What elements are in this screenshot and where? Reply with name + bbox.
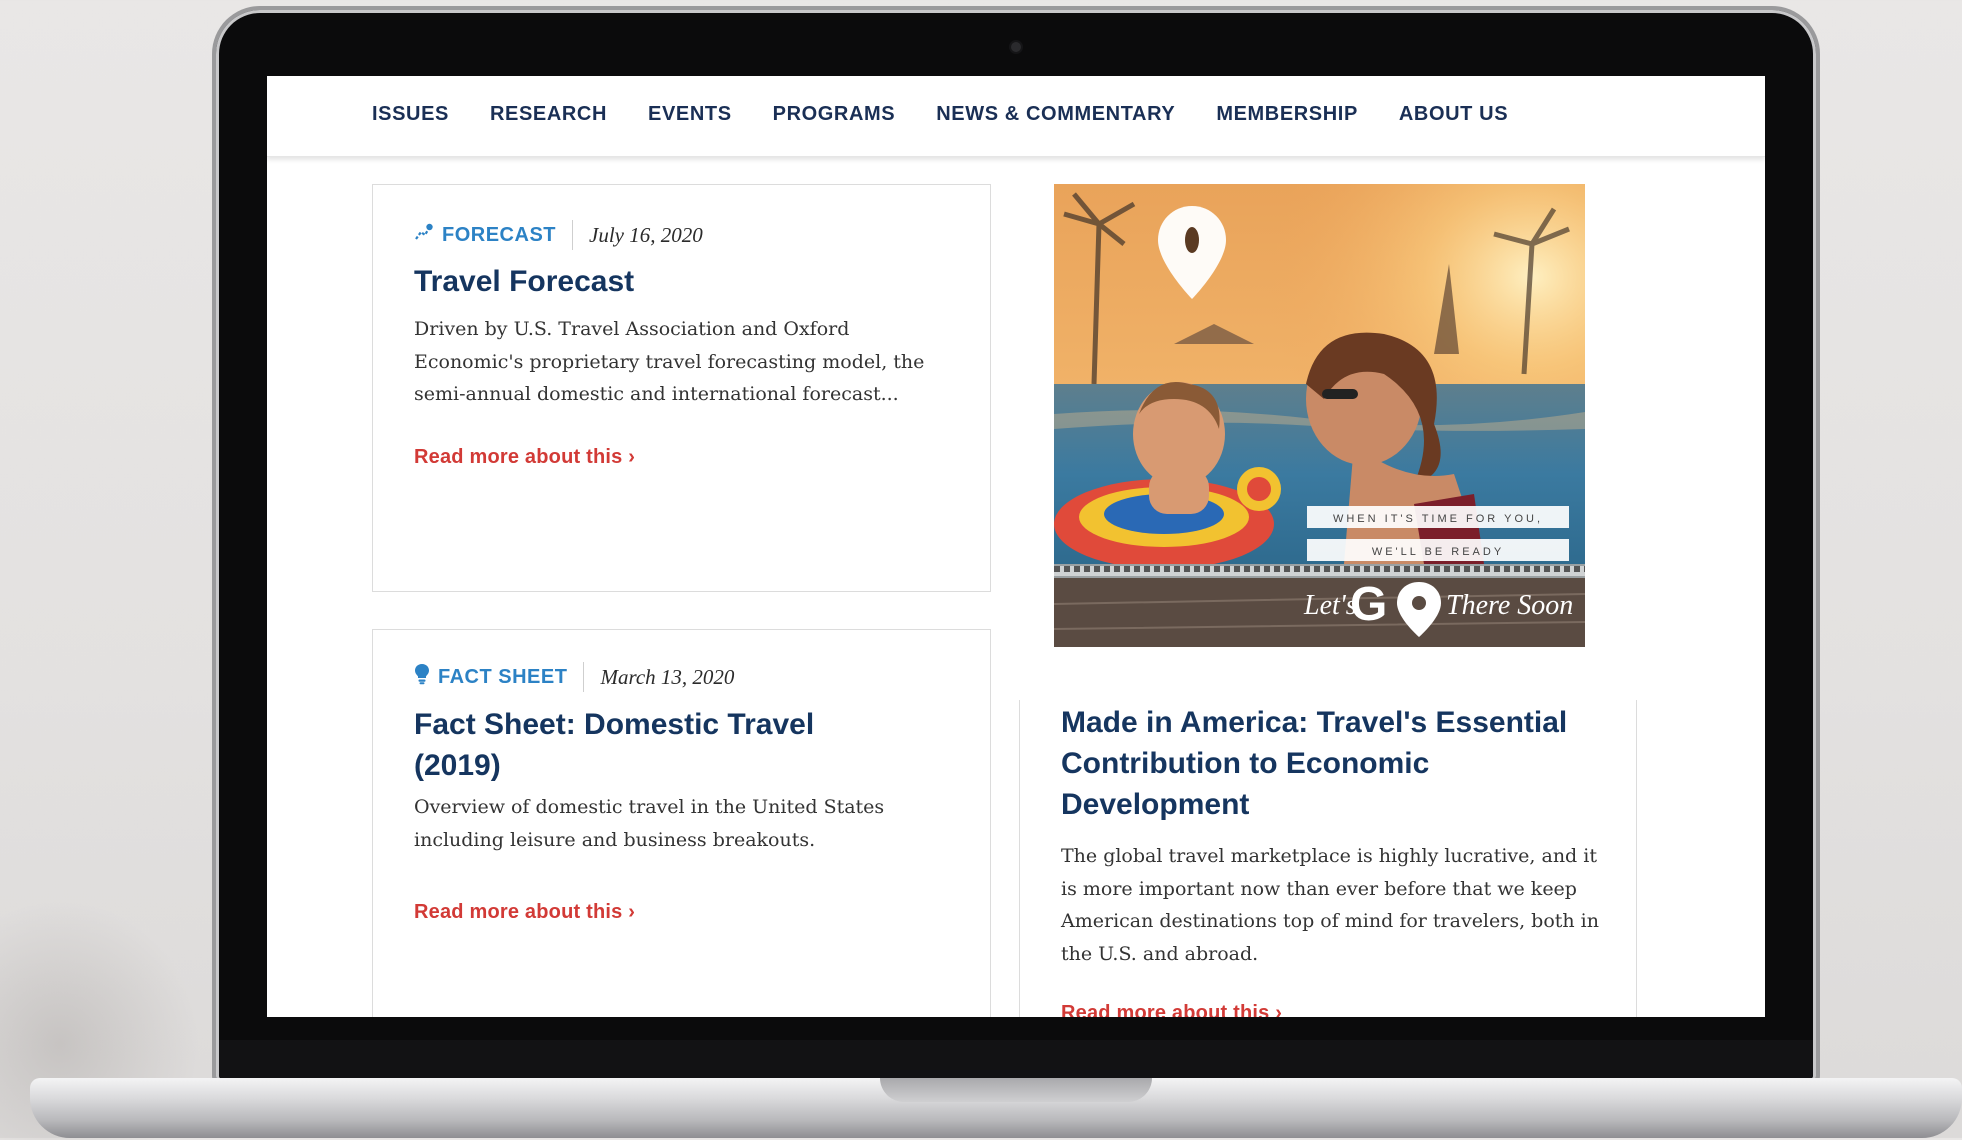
read-more-link[interactable]: Read more about this › xyxy=(414,901,635,924)
card-meta: FACT SHEET March 13, 2020 xyxy=(414,662,734,692)
nav-issues[interactable]: ISSUES xyxy=(372,103,449,126)
promo-line1: WHEN IT'S TIME FOR YOU, xyxy=(1333,513,1543,525)
laptop-notch xyxy=(880,1078,1152,1102)
card-date: March 13, 2020 xyxy=(600,664,735,689)
nav-research[interactable]: RESEARCH xyxy=(490,103,607,126)
webcam xyxy=(1011,42,1021,52)
card-title[interactable]: Fact Sheet: Domestic Travel (2019) xyxy=(414,704,884,786)
nav-news-commentary[interactable]: NEWS & COMMENTARY xyxy=(936,103,1175,126)
promo-line2: WE'LL BE READY xyxy=(1372,546,1504,558)
card-title[interactable]: Made in America: Travel's Essential Cont… xyxy=(1061,702,1621,825)
card-type: FORECAST xyxy=(414,222,556,248)
card-description: The global travel marketplace is highly … xyxy=(1061,845,1599,965)
promo-lets: Let's xyxy=(1303,590,1357,621)
main-nav: ISSUES RESEARCH EVENTS PROGRAMS NEWS & C… xyxy=(267,76,1765,157)
chart-trend-icon xyxy=(414,222,434,248)
nav-about-us[interactable]: ABOUT US xyxy=(1399,103,1508,126)
nav-membership[interactable]: MEMBERSHIP xyxy=(1216,103,1358,126)
laptop-chin xyxy=(219,1040,1813,1080)
nav-programs[interactable]: PROGRAMS xyxy=(773,103,896,126)
promo-there-soon: There Soon xyxy=(1446,590,1573,621)
promo-image[interactable]: WHEN IT'S TIME FOR YOU, WE'LL BE READY L… xyxy=(1054,184,1585,647)
card-type-label: FACT SHEET xyxy=(438,665,568,688)
card-type: FACT SHEET xyxy=(414,663,567,691)
lightbulb-icon xyxy=(414,663,430,691)
fact-sheet-card: FACT SHEET March 13, 2020 Fact Sheet: Do… xyxy=(372,629,991,1017)
meta-divider xyxy=(583,662,585,692)
read-more-link[interactable]: Read more about this › xyxy=(1061,1002,1282,1017)
forecast-card: FORECAST July 16, 2020 Travel Forecast D… xyxy=(372,184,991,592)
card-date: July 16, 2020 xyxy=(589,222,703,247)
card-description: Driven by U.S. Travel Association and Ox… xyxy=(414,318,925,405)
promo-go: G xyxy=(1350,578,1387,631)
browser-screen: ISSUES RESEARCH EVENTS PROGRAMS NEWS & C… xyxy=(267,76,1765,1017)
meta-divider xyxy=(572,220,573,250)
card-title[interactable]: Travel Forecast xyxy=(414,261,954,302)
made-in-america-card: Made in America: Travel's Essential Cont… xyxy=(1019,700,1637,1017)
read-more-link[interactable]: Read more about this › xyxy=(414,446,635,469)
card-type-label: FORECAST xyxy=(442,223,556,246)
nav-events[interactable]: EVENTS xyxy=(648,103,732,126)
card-meta: FORECAST July 16, 2020 xyxy=(414,220,703,250)
card-description: Overview of domestic travel in the Unite… xyxy=(414,796,885,851)
